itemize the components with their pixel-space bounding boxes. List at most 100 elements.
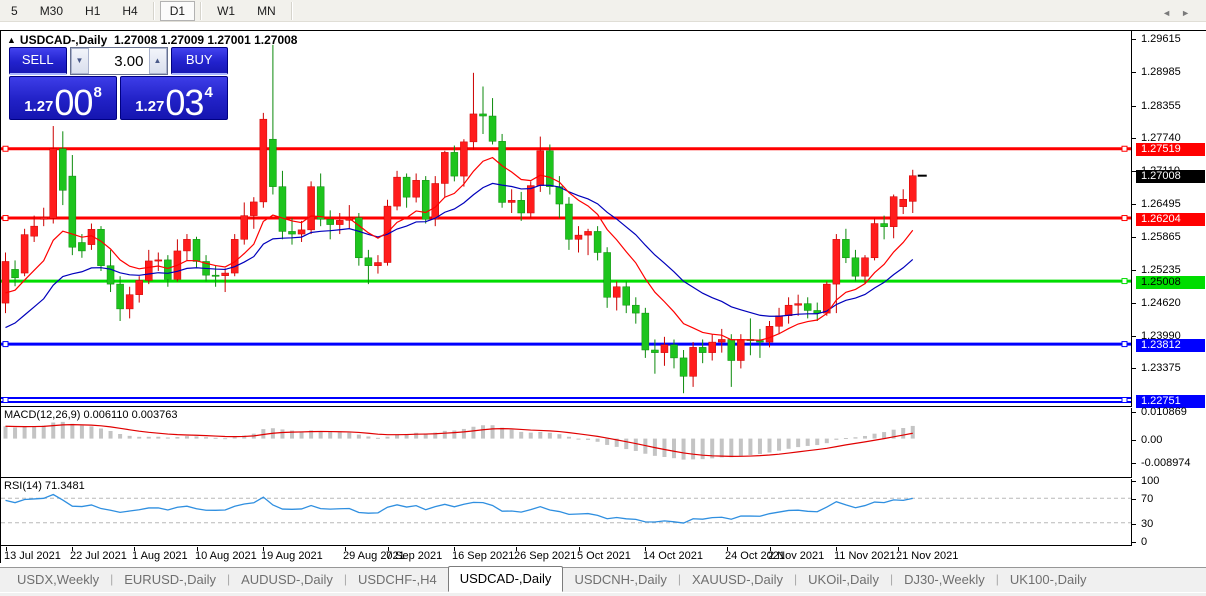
axis-tick bbox=[1132, 440, 1136, 441]
level-price-tag: 1.25008 bbox=[1136, 276, 1205, 289]
macd-indicator-pane[interactable]: MACD(12,26,9) 0.006110 0.003763 bbox=[1, 408, 1132, 478]
timeframe-button-H4[interactable]: H4 bbox=[112, 1, 147, 21]
sell-price-pip-digit: 8 bbox=[93, 84, 102, 101]
price-axis-label: 1.24620 bbox=[1141, 297, 1181, 309]
line-handle[interactable] bbox=[2, 397, 9, 404]
axis-tick bbox=[1132, 481, 1136, 482]
level-price-tag: 1.26204 bbox=[1136, 213, 1205, 226]
axis-tick bbox=[1132, 138, 1136, 139]
rsi-indicator-pane[interactable]: RSI(14) 71.3481 bbox=[1, 479, 1132, 546]
tab-scroll-left-icon[interactable]: ◄ bbox=[1162, 8, 1181, 18]
date-label: 14 Oct 2021 bbox=[643, 550, 703, 562]
date-label: 2 Nov 2021 bbox=[768, 550, 825, 562]
tab-ukoil-daily[interactable]: UKOil-,Daily bbox=[797, 568, 890, 592]
buy-price-panel[interactable]: 1.27 03 4 bbox=[120, 76, 228, 123]
price-axis-label: 1.25235 bbox=[1141, 264, 1181, 276]
volume-spinner: ▼ ▲ bbox=[69, 47, 168, 75]
sell-price-big-digits: 00 bbox=[54, 82, 93, 123]
buy-price-handle: 1.27 bbox=[135, 98, 165, 115]
buy-price-big-digits: 03 bbox=[165, 82, 204, 123]
timeframe-button-H1[interactable]: H1 bbox=[75, 1, 110, 21]
ma-slow-line bbox=[5, 182, 914, 329]
timeframe-button-W1[interactable]: W1 bbox=[207, 1, 245, 21]
line-handle[interactable] bbox=[2, 145, 9, 152]
timeframe-toolbar: 5 M30 H1 H4 D1 W1 MN bbox=[0, 0, 1206, 22]
current-price-tag: 1.27008 bbox=[1136, 170, 1205, 183]
axis-tick bbox=[1132, 524, 1136, 525]
macd-axis-label: 0.010869 bbox=[1141, 406, 1187, 418]
tab-uk100-daily[interactable]: UK100-,Daily bbox=[999, 568, 1098, 592]
line-handle[interactable] bbox=[1121, 278, 1128, 285]
line-handle[interactable] bbox=[2, 341, 9, 348]
timeframe-button-5[interactable]: 5 bbox=[1, 1, 28, 21]
rsi-axis-label: 30 bbox=[1141, 518, 1154, 530]
axis-tick bbox=[1132, 303, 1136, 304]
buy-button[interactable]: BUY bbox=[170, 47, 228, 75]
axis-tick bbox=[1132, 39, 1136, 40]
chart-window: ▲ USDCAD-,Daily 1.27008 1.27009 1.27001 1… bbox=[0, 30, 1206, 563]
level-price-tag: 1.23812 bbox=[1136, 339, 1205, 352]
tab-usdchf-h4[interactable]: USDCHF-,H4 bbox=[347, 568, 448, 592]
tab-dj30-weekly[interactable]: DJ30-,Weekly bbox=[893, 568, 996, 592]
price-axis-label: 1.28355 bbox=[1141, 100, 1181, 112]
tab-usdcad-daily[interactable]: USDCAD-,Daily bbox=[447, 566, 564, 592]
date-label: 1 Aug 2021 bbox=[132, 550, 188, 562]
sell-button[interactable]: SELL bbox=[9, 47, 67, 75]
line-handle[interactable] bbox=[1121, 397, 1128, 404]
chart-collapse-icon[interactable]: ▲ bbox=[7, 35, 16, 45]
line-handle[interactable] bbox=[1121, 215, 1128, 222]
status-strip bbox=[0, 592, 1206, 596]
line-handle[interactable] bbox=[1121, 341, 1128, 348]
sell-price-handle: 1.27 bbox=[24, 98, 54, 115]
axis-tick bbox=[1132, 270, 1136, 271]
timeframe-button-D1[interactable]: D1 bbox=[159, 0, 196, 21]
date-label: 26 Sep 2021 bbox=[514, 550, 577, 562]
axis-tick bbox=[1132, 542, 1136, 543]
price-axis-label: 1.29615 bbox=[1141, 33, 1181, 45]
main-chart-pane[interactable]: ▲ USDCAD-,Daily 1.27008 1.27009 1.27001 1… bbox=[1, 31, 1132, 407]
tab-usdcnh-daily[interactable]: USDCNH-,Daily bbox=[563, 568, 677, 592]
tab-scroll-arrows: ◄► bbox=[1162, 8, 1200, 18]
rsi-axis-label: 100 bbox=[1141, 475, 1160, 487]
tab-scroll-right-icon[interactable]: ► bbox=[1181, 8, 1200, 18]
volume-input[interactable] bbox=[88, 48, 149, 74]
tab-audusd-daily[interactable]: AUDUSD-,Daily bbox=[230, 568, 344, 592]
rsi-plot bbox=[1, 493, 1131, 524]
price-axis-label: 1.28985 bbox=[1141, 66, 1181, 78]
line-handle[interactable] bbox=[2, 215, 9, 222]
symbol-tab-bar: USDX,Weekly | EURUSD-,Daily | AUDUSD-,Daily |… bbox=[0, 566, 1206, 592]
date-label: 7 Sep 2021 bbox=[386, 550, 443, 562]
axis-tick bbox=[1132, 463, 1136, 464]
price-axis: 1.296151.289851.283551.277401.271101.264… bbox=[1132, 31, 1206, 563]
axis-tick bbox=[1132, 499, 1136, 500]
line-handle[interactable] bbox=[1121, 145, 1128, 152]
trading-platform-screen: 5 M30 H1 H4 D1 W1 MN ▲ USDCAD-,Daily 1.27008 1.… bbox=[0, 0, 1206, 596]
date-label: 10 Aug 2021 bbox=[195, 550, 257, 562]
axis-tick bbox=[1132, 336, 1136, 337]
macd-signal-line bbox=[5, 424, 913, 457]
axis-tick bbox=[1132, 204, 1136, 205]
buy-price-pip-digit: 4 bbox=[204, 84, 213, 101]
date-label: 21 Nov 2021 bbox=[896, 550, 959, 562]
volume-increase-icon[interactable]: ▲ bbox=[148, 48, 167, 74]
timeframe-button-M30[interactable]: M30 bbox=[30, 1, 73, 21]
date-label: 16 Sep 2021 bbox=[452, 550, 515, 562]
tab-eurusd-daily[interactable]: EURUSD-,Daily bbox=[113, 568, 227, 592]
date-label: 22 Jul 2021 bbox=[70, 550, 127, 562]
chart-title: USDCAD-,Daily bbox=[19, 33, 108, 47]
date-label: 19 Aug 2021 bbox=[261, 550, 323, 562]
toolbar-separator bbox=[152, 1, 155, 20]
date-axis: 13 Jul 2021 22 Jul 2021 1 Aug 2021 10 Aug 2… bbox=[1, 547, 1132, 563]
axis-tick bbox=[1132, 237, 1136, 238]
timeframe-button-MN[interactable]: MN bbox=[247, 1, 286, 21]
macd-axis-label: -0.008974 bbox=[1141, 457, 1191, 469]
macd-label: MACD(12,26,9) 0.006110 0.003763 bbox=[4, 409, 178, 421]
volume-decrease-icon[interactable]: ▼ bbox=[70, 48, 89, 74]
date-label: 5 Oct 2021 bbox=[577, 550, 631, 562]
sell-price-panel[interactable]: 1.27 00 8 bbox=[9, 76, 117, 123]
tab-xauusd-daily[interactable]: XAUUSD-,Daily bbox=[681, 568, 794, 592]
rsi-label: RSI(14) 71.3481 bbox=[4, 480, 85, 492]
level-price-tag: 1.27519 bbox=[1136, 143, 1205, 156]
macd-axis-label: 0.00 bbox=[1141, 434, 1163, 446]
tab-usdx-weekly[interactable]: USDX,Weekly bbox=[6, 568, 110, 592]
